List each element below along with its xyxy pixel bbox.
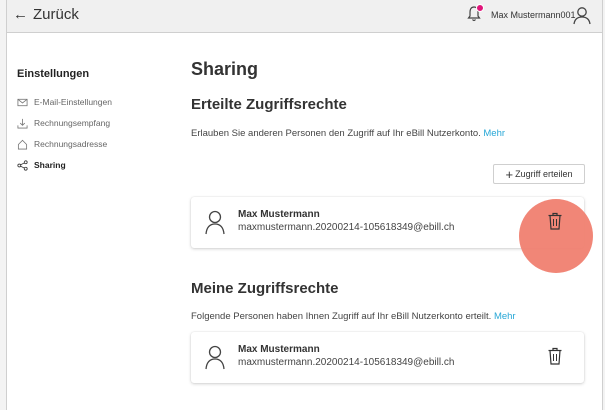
granted-access-heading: Erteilte Zugriffsrechte xyxy=(191,96,347,113)
delete-trash-icon[interactable] xyxy=(547,346,563,366)
back-label: Zurück xyxy=(33,6,79,23)
my-access-card: Max Mustermann maxmustermann.20200214-10… xyxy=(191,332,584,383)
share-icon xyxy=(17,159,28,171)
granted-more-link[interactable]: Mehr xyxy=(483,128,505,139)
plus-icon: + xyxy=(505,166,514,182)
granted-card-overlay xyxy=(191,197,584,248)
my-access-description: Folgende Personen haben Ihnen Zugriff au… xyxy=(191,311,516,322)
page-content: Einstellungen E-Mail-Einstellungen Rechn… xyxy=(6,33,603,410)
sidebar-item-label: Sharing xyxy=(34,160,66,170)
notification-bell-icon[interactable] xyxy=(465,4,484,23)
granted-description-text: Erlauben Sie anderen Personen den Zugrif… xyxy=(191,128,481,139)
back-link[interactable]: ← Zurück xyxy=(13,6,79,23)
username-label[interactable]: Max Mustermann001 xyxy=(491,10,576,20)
person-icon xyxy=(205,344,225,370)
settings-sidebar: Einstellungen E-Mail-Einstellungen Rechn… xyxy=(17,68,177,178)
sidebar-item-label: Rechnungsempfang xyxy=(34,118,111,128)
my-access-heading: Meine Zugriffsrechte xyxy=(191,280,339,297)
delete-trash-icon[interactable] xyxy=(547,211,563,231)
notification-badge xyxy=(476,4,484,12)
arrow-left-icon: ← xyxy=(13,6,28,23)
grant-access-button[interactable]: + Zugriff erteilen xyxy=(493,164,585,184)
granted-access-description: Erlauben Sie anderen Personen den Zugrif… xyxy=(191,128,505,139)
sidebar-item-sharing[interactable]: Sharing xyxy=(17,157,177,173)
sidebar-item-label: Rechnungsadresse xyxy=(34,139,108,149)
sidebar-item-billing-address[interactable]: Rechnungsadresse xyxy=(17,136,177,152)
sidebar-title: Einstellungen xyxy=(17,68,90,80)
grant-access-label: Zugriff erteilen xyxy=(515,169,573,179)
person-name: Max Mustermann xyxy=(238,344,320,355)
home-icon xyxy=(17,139,28,149)
sidebar-item-email-settings[interactable]: E-Mail-Einstellungen xyxy=(17,94,177,110)
person-email: maxmustermann.20200214-105618349@ebill.c… xyxy=(238,357,455,368)
my-access-more-link[interactable]: Mehr xyxy=(494,311,516,322)
page-title: Sharing xyxy=(191,59,259,79)
user-icon[interactable] xyxy=(571,4,593,26)
top-bar: ← Zurück Max Mustermann001 xyxy=(6,0,603,33)
mail-icon xyxy=(17,98,28,106)
sidebar-item-label: E-Mail-Einstellungen xyxy=(34,97,112,107)
download-icon xyxy=(17,118,28,128)
sidebar-item-billing-receipt[interactable]: Rechnungsempfang xyxy=(17,115,177,131)
my-access-description-text: Folgende Personen haben Ihnen Zugriff au… xyxy=(191,311,492,322)
